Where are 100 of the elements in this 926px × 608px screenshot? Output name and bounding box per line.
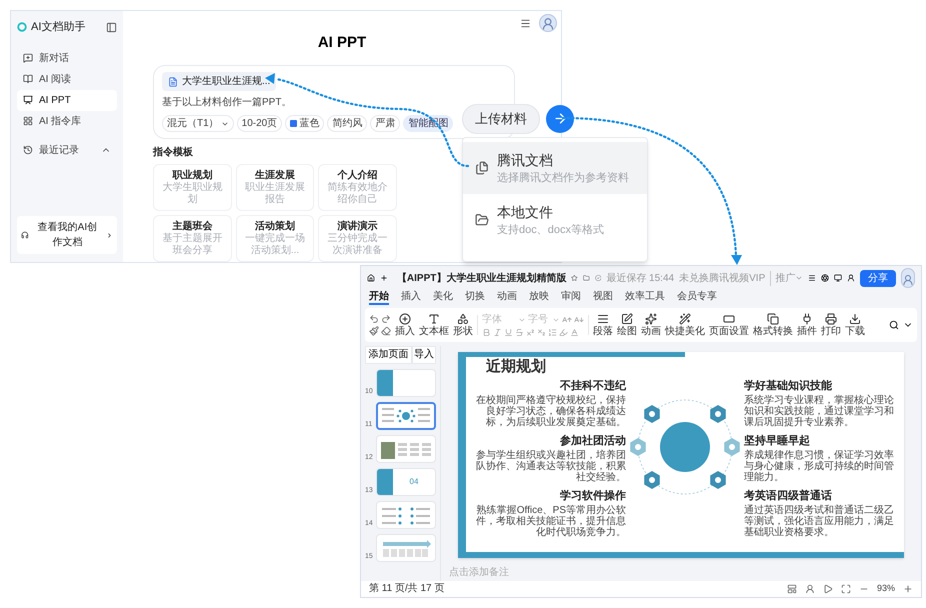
sparkle-icon [645,312,657,324]
underline-icon[interactable] [504,328,513,336]
option-chip[interactable]: 10-20页 [236,115,282,132]
page-heading: AI PPT [318,33,366,53]
menu-tab[interactable]: 美化 [433,291,453,305]
template-title: 职业规划 [172,169,212,182]
paintbrush-icon[interactable] [369,326,379,336]
nav-item[interactable]: AI PPT [17,90,117,110]
monitor-icon[interactable] [834,272,842,284]
menu-tab[interactable]: 效率工具 [625,291,665,305]
menu-tab[interactable]: 开始 [369,291,389,305]
toolbar-button[interactable]: 段落 [593,312,613,338]
home-icon[interactable] [367,272,375,284]
highlighter-icon[interactable] [559,328,568,336]
slide-thumbnail[interactable] [376,402,436,430]
list-icon[interactable] [548,328,557,336]
toolbar-button[interactable]: 动画 [641,312,661,338]
option-chip[interactable]: 简约风 [327,115,368,132]
my-documents-link[interactable]: 查看我的AI创作文档 [17,216,117,254]
user-icon[interactable] [847,272,856,284]
history-toggle[interactable]: 最近记录 [17,140,117,160]
redo-icon[interactable] [381,314,391,324]
plug-icon [801,312,813,324]
plan-description: 熟练掌握Office、PS等常用办公软件，考取相关技能证书，提升信息化时代职场竞争力。 [475,504,626,538]
template-card[interactable]: 演讲演示 三分钟完成一次演讲准备 [318,215,397,262]
template-card[interactable]: 生涯发展 职业生涯发展报告 [236,164,314,211]
presenter-icon[interactable] [804,584,815,594]
upload-menu-item[interactable]: 腾讯文档 选择腾讯文档作为参考资料 [463,142,647,194]
toolbar-button[interactable]: 形状 [453,312,473,338]
eraser-icon[interactable] [381,326,391,336]
bold-icon[interactable] [482,328,491,336]
avatar[interactable] [539,14,557,32]
color-chip[interactable]: 蓝色 [285,115,324,132]
menu-tab[interactable]: 放映 [529,291,549,305]
star-icon[interactable] [571,273,578,283]
toolbar-button[interactable]: 插件 [797,312,817,338]
italic-icon[interactable] [493,328,502,336]
font-shrink-icon[interactable] [574,314,584,324]
layout-icon[interactable] [786,584,797,594]
share-button[interactable]: 分享 [860,270,896,286]
undo-icon[interactable] [369,314,379,324]
avatar[interactable] [901,268,915,288]
plan-title: 学好基础知识技能 [744,378,832,392]
arrow-right-icon [552,111,568,126]
plan-description: 通过英语四级考试和普通话二级乙等测试，强化语言应用能力，满足基础职业资格要求。 [744,504,895,538]
menu-tab[interactable]: 切换 [465,291,485,305]
copy-icon [767,312,779,324]
menu-tab[interactable]: 会员专享 [677,291,717,305]
toolbar-button[interactable]: 插入 [395,312,415,338]
template-card[interactable]: 职业规划 大学生职业规划 [153,164,232,211]
menu-item-subtitle: 支持doc、docx等格式 [497,223,604,238]
superscript-icon[interactable] [526,328,535,336]
zoom-in-icon[interactable] [903,584,913,594]
add-page-button[interactable]: 添加页面 [365,346,412,364]
plan-title: 考英语四级普通话 [744,488,832,502]
zoom-level: 93% [876,582,895,596]
nav-item[interactable]: AI 指令库 [17,110,117,132]
toolbar-button[interactable]: 格式转换 [753,312,793,338]
model-select[interactable]: 混元（T1） [162,115,234,132]
template-title: 主题班会 [172,220,212,232]
section-number: 04 [410,476,418,488]
search-icon[interactable] [889,320,899,330]
nav-item[interactable]: 新对话 [17,48,117,68]
menu-tab[interactable]: 审阅 [561,291,581,305]
upload-menu-item[interactable]: 本地文件 支持doc、docx等格式 [463,194,647,246]
fit-screen-icon[interactable] [840,584,851,594]
chevron-down-icon [795,274,804,282]
template-title: 活动策划 [254,220,295,232]
toolbar-button[interactable]: 打印 [821,312,841,338]
toolbar-button[interactable]: 快捷美化 [665,312,705,338]
option-chip[interactable]: 严肃 [370,115,400,132]
document-icon [168,76,178,86]
chat-plus-icon [23,53,33,63]
folder-icon[interactable] [583,273,590,283]
toolbar-button[interactable]: 页面设置 [709,312,749,338]
menu-icon[interactable] [520,18,531,28]
page-indicator: 第 11 页/共 17 页 [369,583,444,595]
template-card[interactable]: 活动策划 一键完成一场活动策划... [236,215,314,262]
strikethrough-icon[interactable] [515,328,524,336]
template-title: 生涯发展 [254,169,295,182]
attachment-chip[interactable]: 大学生职业生涯规... [162,72,276,91]
menu-tab[interactable]: 动画 [497,291,517,305]
import-button[interactable]: 导入 [412,346,436,364]
aperture-icon[interactable] [821,272,830,284]
headphones-icon [21,230,29,240]
nav-item[interactable]: AI 阅读 [17,68,117,90]
toolbar-button[interactable]: 下载 [845,312,865,338]
book-icon [23,74,33,84]
upload-button[interactable]: 上传材料 [462,104,540,134]
font-grow-icon[interactable] [562,314,572,324]
font-color-icon[interactable] [570,328,579,336]
template-card[interactable]: 主题班会 基于主题展开班会分享 [153,215,232,262]
subscript-icon[interactable] [537,328,546,336]
toolbar-button[interactable]: 绘图 [617,312,637,338]
toolbar-button[interactable]: 文本框 [419,312,449,338]
play-icon[interactable] [822,584,833,594]
menu-tab[interactable]: 插入 [401,291,421,305]
template-card[interactable]: 个人介绍 简练有效地介绍你自己 [318,164,397,211]
sidebar-toggle-icon[interactable] [106,22,117,33]
menu-tab[interactable]: 视图 [593,291,613,305]
